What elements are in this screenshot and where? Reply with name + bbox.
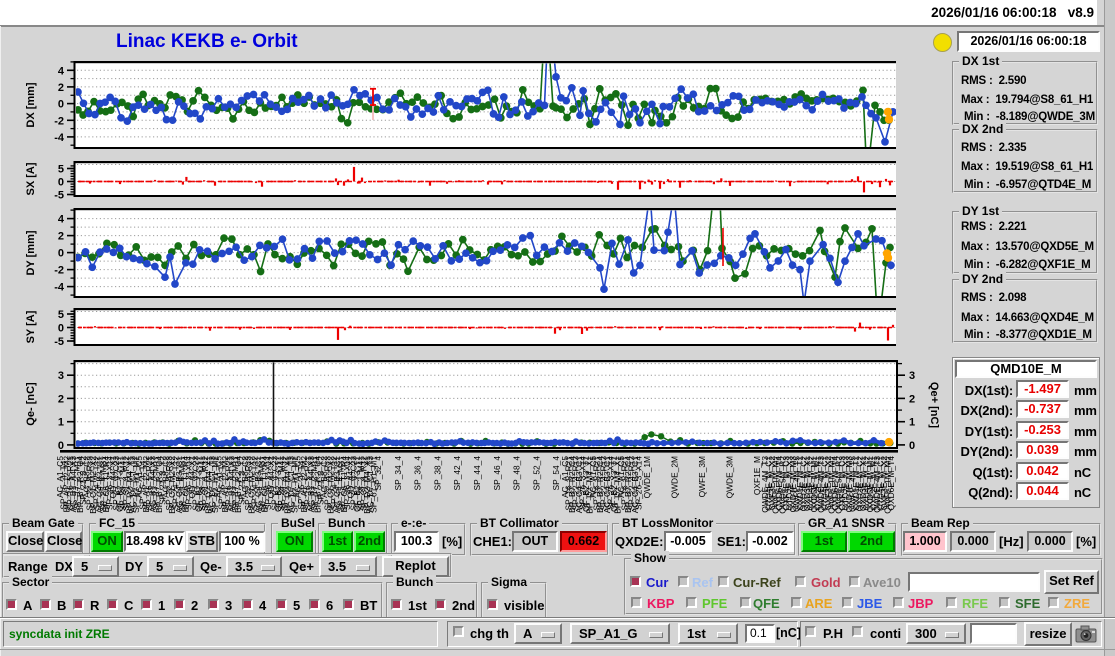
svg-text:SP_44_4: SP_44_4 — [472, 456, 482, 491]
svg-text:-4: -4 — [54, 132, 65, 144]
svg-text:Qe- [nC]: Qe- [nC] — [25, 382, 37, 426]
svg-text:-2: -2 — [54, 115, 64, 127]
svg-text:4: 4 — [58, 214, 65, 226]
svg-text:0: 0 — [58, 177, 64, 189]
svg-text:QWDE_1M: QWDE_1M — [642, 456, 652, 498]
svg-text:QWFE_3M: QWFE_3M — [697, 456, 707, 497]
svg-text:SP_34_4: SP_34_4 — [393, 456, 403, 491]
svg-text:0: 0 — [58, 99, 64, 111]
svg-text:-5: -5 — [54, 336, 64, 348]
svg-text:5: 5 — [58, 164, 64, 176]
svg-text:1: 1 — [909, 417, 915, 429]
svg-text:2: 2 — [909, 393, 915, 405]
svg-text:4: 4 — [58, 65, 65, 77]
svg-text:3: 3 — [58, 370, 64, 382]
svg-text:0: 0 — [58, 323, 64, 335]
svg-text:3: 3 — [909, 370, 915, 382]
svg-text:SP_36_4: SP_36_4 — [413, 456, 423, 491]
svg-text:-5: -5 — [54, 190, 64, 202]
svg-text:-4: -4 — [54, 282, 65, 294]
svg-text:DX [mm]: DX [mm] — [25, 82, 37, 128]
svg-text:QXD6E_M_T4: QXD6E_M_T4 — [886, 456, 896, 511]
svg-text:QWDE_3M: QWDE_3M — [725, 456, 735, 498]
svg-text:0: 0 — [909, 440, 915, 452]
svg-text:SP_52_4: SP_52_4 — [531, 456, 541, 491]
svg-text:DY [mm]: DY [mm] — [25, 230, 37, 275]
svg-text:2: 2 — [58, 231, 64, 243]
svg-text:1: 1 — [58, 417, 64, 429]
svg-text:SP_32_4: SP_32_4 — [373, 456, 383, 491]
svg-text:SX [A]: SX [A] — [25, 162, 37, 195]
svg-text:SP_38_4: SP_38_4 — [432, 456, 442, 491]
svg-text:SP_42_4: SP_42_4 — [452, 456, 462, 491]
svg-text:2: 2 — [58, 393, 64, 405]
svg-text:2: 2 — [58, 82, 64, 94]
svg-text:5: 5 — [58, 309, 64, 321]
svg-text:0: 0 — [58, 248, 64, 260]
svg-text:SP_48_4: SP_48_4 — [512, 456, 522, 491]
svg-text:-2: -2 — [54, 265, 64, 277]
svg-text:SY [A]: SY [A] — [25, 310, 37, 343]
svg-text:0: 0 — [58, 440, 64, 452]
svg-text:SP_46_4: SP_46_4 — [492, 456, 502, 491]
svg-text:QWDE_2M: QWDE_2M — [670, 456, 680, 498]
svg-text:Qe+ [nC]: Qe+ [nC] — [928, 382, 940, 428]
